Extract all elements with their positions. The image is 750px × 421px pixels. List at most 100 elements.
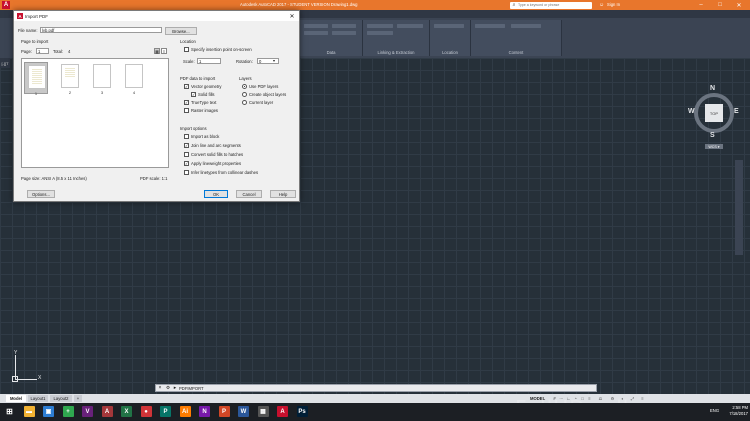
viewcube[interactable]: TOP N S W E WCS ▾	[688, 85, 740, 149]
maximize-icon[interactable]: □	[711, 0, 729, 10]
illustrator-icon[interactable]: Ai	[179, 406, 191, 417]
visual-studio-icon[interactable]: V	[82, 406, 93, 417]
excel-icon[interactable]: X	[121, 406, 132, 417]
ribbon-button[interactable]	[367, 24, 393, 28]
sign-in-link[interactable]: Sign In	[607, 2, 620, 7]
truetype-text-checkbox[interactable]: ✓	[184, 100, 189, 105]
onenote-icon[interactable]: N	[199, 406, 210, 417]
compass-east[interactable]: E	[734, 108, 739, 115]
prompt-icon: ▸	[173, 385, 177, 391]
close-icon[interactable]: ×	[157, 385, 163, 391]
store-icon[interactable]: ▣	[43, 406, 54, 417]
ribbon-button[interactable]	[511, 24, 541, 28]
ribbon-group-label: Linking & Extraction	[377, 50, 415, 55]
specify-insertion-checkbox[interactable]	[184, 47, 189, 52]
autocad-icon[interactable]: A	[277, 406, 288, 417]
rotation-stepper-icon[interactable]: ▾	[273, 58, 275, 63]
navigation-bar[interactable]	[735, 160, 743, 255]
infer-linetypes-checkbox[interactable]	[184, 170, 189, 175]
page-thumbnail[interactable]: 3	[90, 62, 114, 95]
file-explorer-icon[interactable]: ▬	[23, 406, 35, 417]
ribbon-button[interactable]	[332, 31, 356, 35]
compass-north[interactable]: N	[710, 85, 715, 92]
language-indicator[interactable]: ENG	[710, 408, 719, 413]
page-thumbnail[interactable]: 4	[122, 62, 146, 95]
compass-south[interactable]: S	[710, 132, 715, 139]
close-icon[interactable]: ✕	[730, 0, 748, 10]
options-button[interactable]: Options...	[27, 190, 55, 198]
close-icon[interactable]: ✕	[288, 12, 296, 20]
browse-button[interactable]: Browse...	[165, 27, 197, 35]
ribbon-group-label: Data	[326, 50, 336, 55]
ucs-x-axis	[15, 379, 37, 380]
total-label: Total:	[53, 49, 64, 54]
join-line-checkbox[interactable]: ✓	[184, 143, 189, 148]
viewport-controls[interactable]: [-][T	[0, 58, 10, 68]
ribbon-button[interactable]	[397, 24, 423, 28]
ribbon-group-label: Content	[508, 50, 524, 55]
cancel-button[interactable]: Cancel	[236, 190, 262, 198]
help-button[interactable]: Help	[270, 190, 296, 198]
viewcube-top-face[interactable]: TOP	[705, 104, 723, 122]
dialog-title: Import PDF	[25, 13, 49, 19]
clock-date[interactable]: 7/18/2017	[720, 411, 748, 416]
convert-solid-checkbox[interactable]	[184, 152, 189, 157]
scale-field[interactable]	[197, 58, 221, 64]
start-icon[interactable]: ⊞	[4, 406, 15, 417]
autocad-logo-icon[interactable]: A	[2, 1, 10, 9]
publisher-icon[interactable]: P	[160, 406, 171, 417]
autocad-logo-icon: A	[17, 13, 23, 19]
word-icon[interactable]: W	[238, 406, 249, 417]
ribbon-button[interactable]	[304, 24, 328, 28]
ribbon-button[interactable]	[332, 24, 356, 28]
app-icon-green[interactable]: +	[62, 406, 74, 417]
import-as-block-checkbox[interactable]	[184, 134, 189, 139]
ribbon-button[interactable]	[434, 24, 464, 28]
search-input[interactable]	[518, 2, 588, 8]
use-pdf-layers-radio[interactable]	[242, 84, 247, 89]
wcs-menu[interactable]: WCS ▾	[705, 144, 723, 149]
user-icon[interactable]: ☺	[598, 2, 605, 9]
ribbon-group-label: Location	[442, 50, 458, 55]
ribbon-button[interactable]	[367, 31, 393, 35]
page-preview	[125, 64, 143, 88]
ribbon-button[interactable]	[304, 31, 328, 35]
customize-icon[interactable]: ⚙	[165, 385, 171, 391]
create-object-layers-radio[interactable]	[242, 92, 247, 97]
ribbon-group-linking: Linking & Extraction	[363, 20, 430, 56]
clock-time[interactable]: 2:58 PM	[720, 405, 748, 410]
page-to-import-label: Page to import	[21, 39, 49, 44]
vector-geometry-checkbox[interactable]: ✓	[184, 84, 189, 89]
app-icon-red[interactable]: ●	[140, 406, 152, 417]
page-thumbnail[interactable]: 1	[24, 62, 48, 96]
tab-layout2[interactable]: Layout2	[50, 395, 72, 402]
command-text[interactable]: PDFIMPORT	[179, 386, 204, 391]
access-icon[interactable]: A	[101, 406, 113, 417]
powerpoint-icon[interactable]: P	[218, 406, 230, 417]
ribbon-button[interactable]	[475, 24, 505, 28]
solid-fills-checkbox[interactable]: ✓	[191, 92, 196, 97]
command-line[interactable]: × ⚙ ▸ PDFIMPORT	[155, 384, 597, 392]
current-layer-radio[interactable]	[242, 100, 247, 105]
search-box[interactable]: ⌕	[510, 1, 592, 9]
calculator-icon[interactable]: ▦	[257, 406, 269, 417]
tab-layout1[interactable]: Layout1	[28, 395, 48, 402]
thumbnail-view-icon[interactable]: ▦	[154, 48, 160, 54]
minimize-icon[interactable]: –	[692, 0, 710, 10]
list-view-icon[interactable]: ≡	[161, 48, 167, 54]
page-number-field[interactable]	[36, 48, 49, 54]
page-thumbnail[interactable]: 2	[58, 62, 82, 95]
compass-west[interactable]: W	[688, 108, 695, 115]
file-name-field[interactable]	[40, 27, 162, 33]
tab-model[interactable]: Model	[6, 395, 26, 402]
photoshop-icon[interactable]: Ps	[296, 406, 308, 417]
page-thumbnails-panel[interactable]: 1 2 3 4	[21, 58, 169, 168]
pdf-data-label: PDF data to import	[180, 76, 216, 81]
raster-images-checkbox[interactable]	[184, 108, 189, 113]
rotation-field[interactable]	[257, 58, 279, 64]
apply-lineweight-checkbox[interactable]: ✓	[184, 161, 189, 166]
add-layout-button[interactable]: +	[74, 395, 82, 402]
page-number: 2	[68, 90, 72, 95]
ucs-x-label: X	[38, 375, 42, 381]
ok-button[interactable]: OK	[204, 190, 228, 198]
